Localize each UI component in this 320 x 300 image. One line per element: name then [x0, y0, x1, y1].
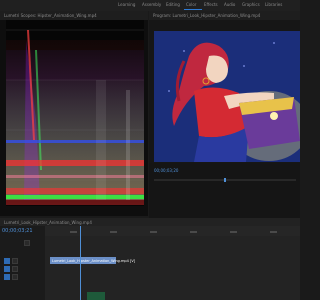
track-target-a2[interactable]: [4, 274, 10, 280]
ruler-tick: [150, 231, 157, 233]
video-clip-label: Lumetri_Look_Hipster_Animation_Wing.mp4 …: [52, 258, 136, 263]
active-workspace-indicator: [184, 9, 202, 10]
workspace-libraries[interactable]: Libraries: [265, 2, 282, 7]
left-panel-tabs: Lumetri Scopes: Hipster_Animation_Wing.m…: [0, 11, 148, 20]
track-target-v1[interactable]: [4, 258, 10, 264]
program-timecode[interactable]: 00;00;03;20: [154, 168, 178, 173]
timeline-tabs: Lumetri_Look_Hipster_Animation_Wing.mp4: [0, 218, 300, 226]
workspace-graphics[interactable]: Graphics: [242, 2, 260, 7]
wrench-icon[interactable]: [24, 240, 30, 246]
step-forward-icon[interactable]: [265, 209, 270, 224]
track-lock-a2[interactable]: [12, 274, 18, 280]
export-frame-icon[interactable]: [275, 209, 280, 224]
workspace-editing[interactable]: Editing: [166, 2, 180, 7]
play-icon[interactable]: [256, 209, 261, 224]
ruler-tick: [230, 231, 237, 233]
workspace-audio[interactable]: Audio: [224, 2, 235, 7]
tab-program[interactable]: Program: Lumetri_Look_Hipster_Animation_…: [153, 13, 260, 18]
tab-sequence[interactable]: Lumetri_Look_Hipster_Animation_Wing.mp4: [4, 220, 92, 225]
workspace-assembly[interactable]: Assembly: [142, 2, 161, 7]
track-lock-a1[interactable]: [12, 266, 18, 272]
mark-in-icon[interactable]: [237, 209, 242, 224]
right-panel-tabs: Program: Lumetri_Look_Hipster_Animation_…: [149, 11, 300, 20]
playhead[interactable]: [80, 226, 81, 300]
workspace-color[interactable]: Color: [186, 2, 196, 7]
tab-lumetri-scopes[interactable]: Lumetri Scopes: Hipster_Animation_Wing.m…: [4, 13, 97, 18]
ruler-tick: [110, 231, 117, 233]
workspace-effects[interactable]: Effects: [204, 2, 218, 7]
step-back-icon[interactable]: [247, 209, 252, 224]
timeline-timecode[interactable]: 00;00;03;21: [2, 228, 33, 234]
timeline-ruler[interactable]: [45, 226, 300, 236]
track-lock-v1[interactable]: [12, 258, 18, 264]
program-video-frame: [154, 31, 300, 162]
ruler-tick: [270, 231, 277, 233]
workspace-bar: Learning Assembly Editing Color Effects …: [0, 0, 300, 11]
add-icon[interactable]: [286, 209, 291, 224]
ruler-tick: [190, 231, 197, 233]
rgb-parade-scope: [6, 20, 144, 206]
ruler-tick: [70, 231, 77, 233]
track-target-a1[interactable]: [4, 266, 10, 272]
workspace-learning[interactable]: Learning: [118, 2, 135, 7]
audio-clip[interactable]: [87, 292, 105, 300]
program-scrub-bar[interactable]: [154, 178, 296, 182]
